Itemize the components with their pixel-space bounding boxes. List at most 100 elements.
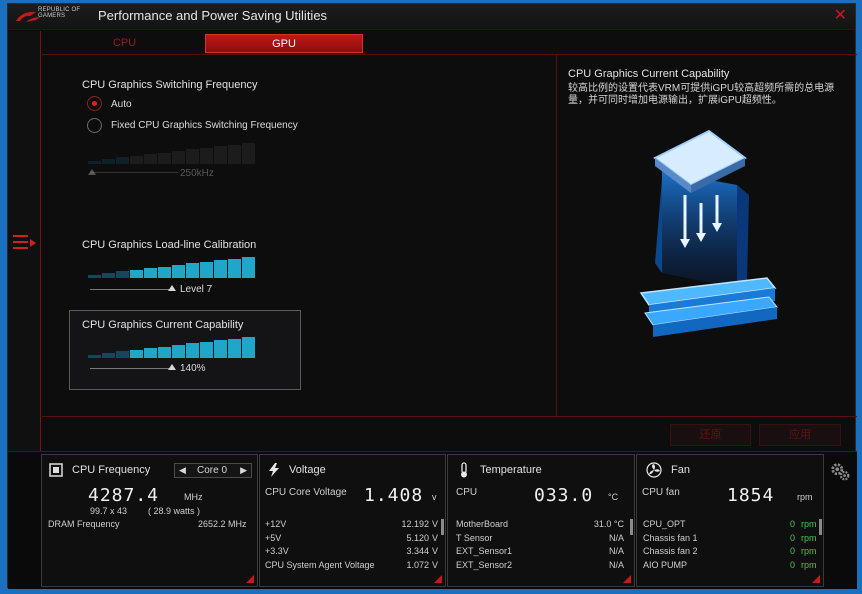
left-rail	[8, 31, 41, 451]
settings-gear-icon[interactable]	[829, 461, 851, 483]
main-panel: CPU Graphics Switching Frequency Auto Fi…	[42, 55, 857, 417]
voltage-row-value: 3.344	[406, 546, 429, 556]
app-window: REPUBLIC OF GAMERS Performance and Power …	[7, 3, 857, 589]
meter-bar	[242, 257, 255, 278]
cpu-frequency-panel: CPU Frequency ◀ Core 0 ▶ 4287.4 MHz 99.7…	[41, 454, 258, 587]
tab-cpu[interactable]: CPU	[46, 34, 203, 53]
expand-corner-icon[interactable]	[246, 575, 254, 583]
fan-row-value: 0	[789, 559, 795, 570]
cpu-temperature-unit: °C	[608, 492, 619, 502]
fan-row-label: Chassis fan 2	[643, 546, 698, 556]
meter-bar	[102, 273, 115, 278]
meter-bar	[214, 260, 227, 278]
core-prev-icon[interactable]: ◀	[179, 465, 186, 476]
switching-slider-track	[90, 172, 178, 173]
meter-bar	[214, 146, 227, 164]
core-selector[interactable]: ◀ Core 0 ▶	[174, 463, 252, 478]
core-select-value: Core 0	[197, 465, 228, 476]
core-next-icon[interactable]: ▶	[240, 465, 247, 476]
cpu-temperature-label: CPU	[456, 487, 478, 498]
menu-icon[interactable]	[13, 234, 37, 252]
window-title: Performance and Power Saving Utilities	[98, 8, 328, 23]
switching-frequency-value: 250kHz	[180, 168, 214, 179]
cpu-frequency-value: 4287.4	[88, 485, 160, 506]
fan-row-label: CPU_OPT	[643, 519, 686, 529]
thermometer-icon	[461, 462, 467, 478]
meter-bar	[242, 337, 255, 358]
meter-bar	[130, 155, 143, 164]
meter-bar	[186, 263, 199, 278]
current-capability-value: 140%	[180, 363, 206, 374]
cpu-to-memory-illustration-icon	[639, 129, 778, 337]
voltage-row-unit: V	[432, 546, 439, 556]
fan-scrollbar[interactable]	[819, 519, 822, 535]
meter-bar	[88, 160, 101, 164]
meter-bar	[102, 159, 115, 164]
current-slider-thumb[interactable]	[168, 364, 176, 370]
logo-text: REPUBLIC OF GAMERS	[38, 7, 81, 19]
voltage-row-value: 5.120	[406, 532, 429, 543]
meter-bar	[228, 258, 241, 278]
voltage-row-label: +3.3V	[265, 546, 289, 556]
loadline-slider-thumb[interactable]	[168, 285, 176, 291]
current-capability-bars[interactable]	[88, 337, 255, 358]
fan-row-value: 0	[789, 519, 795, 529]
expand-corner-icon[interactable]	[812, 575, 820, 583]
cpu-frequency-title: CPU Frequency	[72, 464, 151, 476]
meter-bar	[228, 338, 241, 358]
voltage-scrollbar[interactable]	[441, 519, 444, 535]
switching-frequency-bars	[88, 143, 255, 164]
meter-bar	[228, 144, 241, 164]
temperature-scrollbar[interactable]	[630, 519, 633, 535]
meter-bar	[88, 354, 101, 358]
temperature-row-label: EXT_Sensor2	[456, 559, 513, 570]
meter-bar	[186, 343, 199, 358]
loadline-title: CPU Graphics Load-line Calibration	[82, 239, 257, 251]
meter-bar	[200, 341, 213, 358]
loadline-bars[interactable]	[88, 257, 255, 278]
cpu-chip-icon	[49, 463, 63, 477]
fixed-frequency-radio[interactable]	[87, 118, 102, 133]
meter-bar	[116, 271, 129, 278]
info-panel: CPU Graphics Current Capability 较高比例的设置代…	[556, 55, 857, 417]
voltage-row-unit: V	[432, 532, 439, 543]
cpu-fan-unit: rpm	[797, 492, 813, 502]
tab-gpu[interactable]: GPU	[205, 34, 363, 53]
temperature-row-value: N/A	[608, 532, 624, 543]
switching-frequency-title: CPU Graphics Switching Frequency	[82, 79, 258, 91]
fan-row-label: Chassis fan 1	[643, 532, 698, 543]
switching-slider-thumb[interactable]	[88, 169, 96, 175]
temperature-row-value: N/A	[608, 546, 624, 556]
close-button[interactable]: ✕	[834, 7, 847, 25]
loadline-slider-track	[90, 289, 172, 290]
temperature-row-value: 31.0 °C	[593, 519, 624, 529]
meter-bar	[200, 261, 213, 278]
meter-bar	[172, 265, 185, 278]
fixed-frequency-label: Fixed CPU Graphics Switching Frequency	[111, 120, 298, 131]
voltage-row-label: CPU System Agent Voltage	[265, 559, 375, 570]
undo-button[interactable]: 还原	[670, 424, 751, 446]
meter-bar	[200, 147, 213, 164]
cpu-core-voltage-label: CPU Core Voltage	[265, 487, 347, 498]
expand-corner-icon[interactable]	[434, 575, 442, 583]
monitor-bar: CPU Frequency ◀ Core 0 ▶ 4287.4 MHz 99.7…	[8, 451, 857, 589]
meter-bar	[172, 151, 185, 164]
voltage-title: Voltage	[289, 464, 326, 476]
fan-row-unit: rpm	[801, 546, 817, 556]
loadline-value: Level 7	[180, 284, 213, 295]
current-capability-box[interactable]: CPU Graphics Current Capability 140%	[69, 310, 301, 390]
temperature-row-label: EXT_Sensor1	[456, 546, 513, 556]
cpu-watts: ( 28.9 watts )	[148, 506, 201, 516]
apply-button[interactable]: 应用	[759, 424, 841, 446]
voltage-row-unit: V	[432, 559, 439, 570]
voltage-row-label: +5V	[265, 532, 282, 543]
auto-radio[interactable]	[87, 96, 102, 111]
voltage-row-unit: V	[432, 519, 439, 529]
meter-bar	[116, 351, 129, 358]
fan-panel: Fan CPU fan 1854 rpm CPU_OPT 0 rpm Chassis …	[636, 454, 824, 587]
temperature-row-value: N/A	[608, 559, 624, 570]
expand-corner-icon[interactable]	[623, 575, 631, 583]
temperature-row-label: MotherBoard	[456, 519, 509, 529]
cpu-temperature-value: 033.0	[534, 485, 594, 506]
dram-frequency-label: DRAM Frequency	[48, 519, 120, 529]
